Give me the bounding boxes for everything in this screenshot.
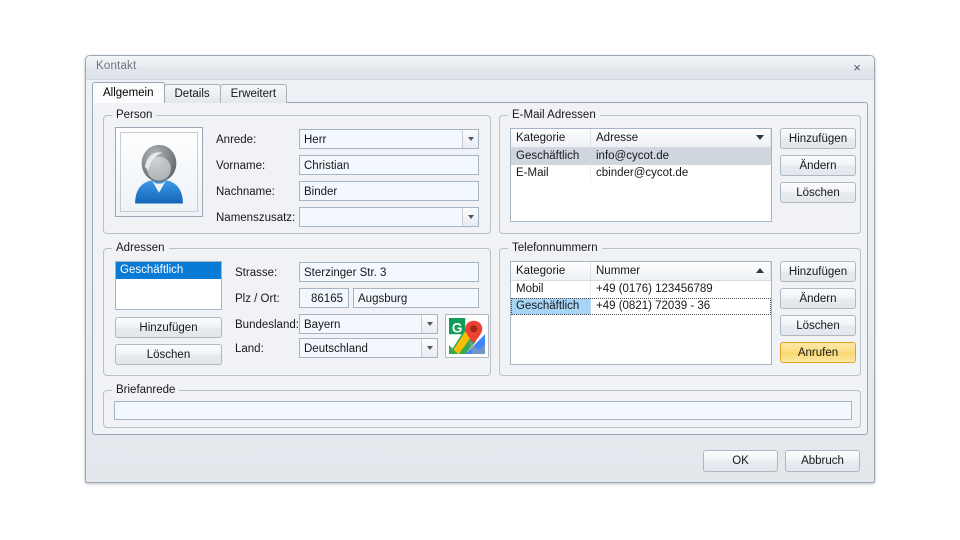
svg-text:G: G bbox=[452, 320, 463, 335]
adressen-delete-button[interactable]: Löschen bbox=[115, 344, 222, 365]
briefanrede-input[interactable] bbox=[114, 401, 852, 420]
table-row[interactable]: E-Mail cbinder@cycot.de bbox=[511, 165, 771, 182]
email-edit-button[interactable]: Ändern bbox=[780, 155, 856, 176]
group-adressen-legend: Adressen bbox=[112, 242, 169, 254]
tab-details[interactable]: Details bbox=[163, 84, 221, 103]
nachname-input[interactable]: Binder bbox=[299, 181, 479, 201]
email-column-adresse[interactable]: Adresse bbox=[591, 129, 771, 147]
tab-panel-allgemein: Person Anrede: Herr Vorname: Christian N… bbox=[92, 102, 868, 435]
label-namenszusatz: Namenszusatz: bbox=[216, 212, 296, 224]
anrede-value: Herr bbox=[299, 129, 479, 149]
vorname-input[interactable]: Christian bbox=[299, 155, 479, 175]
email-delete-button[interactable]: Löschen bbox=[780, 182, 856, 203]
group-adressen: Adressen Geschäftlich Hinzufügen Löschen… bbox=[103, 242, 491, 376]
google-maps-icon: G bbox=[449, 318, 485, 354]
adressen-category-list[interactable]: Geschäftlich bbox=[115, 261, 222, 310]
telefon-row-kategorie: Geschäftlich bbox=[511, 298, 591, 315]
email-row-adresse: info@cycot.de bbox=[596, 150, 670, 162]
bundesland-value: Bayern bbox=[299, 314, 438, 334]
strasse-input[interactable]: Sterzinger Str. 3 bbox=[299, 262, 479, 282]
label-land: Land: bbox=[235, 343, 264, 355]
land-combobox[interactable]: Deutschland bbox=[299, 338, 438, 358]
window-title: Kontakt bbox=[96, 60, 137, 72]
list-item[interactable]: Geschäftlich bbox=[116, 262, 221, 279]
cancel-button[interactable]: Abbruch bbox=[785, 450, 860, 472]
tab-strip: Allgemein Details Erweitert bbox=[92, 82, 288, 103]
telefon-row-kategorie: Mobil bbox=[511, 281, 591, 298]
avatar-frame bbox=[120, 132, 198, 212]
table-row[interactable]: Geschäftlich +49 (0821) 72039 - 36 bbox=[511, 298, 771, 315]
telefon-row-nummer: +49 (0821) 72039 - 36 bbox=[596, 300, 711, 312]
ok-button[interactable]: OK bbox=[703, 450, 778, 472]
email-row-adresse: cbinder@cycot.de bbox=[596, 167, 689, 179]
avatar[interactable] bbox=[115, 127, 203, 217]
group-person-legend: Person bbox=[112, 109, 157, 121]
chevron-down-icon[interactable] bbox=[462, 130, 478, 148]
contact-dialog-window: Kontakt × Allgemein Details Erweitert Pe… bbox=[85, 55, 875, 483]
email-row-kategorie: Geschäftlich bbox=[511, 148, 591, 165]
namenszusatz-combobox[interactable] bbox=[299, 207, 479, 227]
email-column-kategorie[interactable]: Kategorie bbox=[511, 129, 591, 147]
namenszusatz-value bbox=[299, 207, 479, 227]
email-listview[interactable]: Kategorie Adresse Geschäftlich info@cyco… bbox=[510, 128, 772, 222]
dialog-footer: OK Abbruch bbox=[92, 438, 868, 478]
land-value: Deutschland bbox=[299, 338, 438, 358]
telefon-column-kategorie[interactable]: Kategorie bbox=[511, 262, 591, 280]
email-listview-header: Kategorie Adresse bbox=[511, 129, 771, 148]
google-maps-button[interactable]: G bbox=[445, 314, 489, 358]
group-telefonnummern: Telefonnummern Kategorie Nummer Mobil +4… bbox=[499, 242, 861, 376]
group-briefanrede-legend: Briefanrede bbox=[112, 384, 180, 396]
ort-input[interactable]: Augsburg bbox=[353, 288, 479, 308]
sort-ascending-icon bbox=[756, 268, 764, 273]
group-briefanrede: Briefanrede bbox=[103, 384, 861, 428]
adressen-add-button[interactable]: Hinzufügen bbox=[115, 317, 222, 338]
telefon-add-button[interactable]: Hinzufügen bbox=[780, 261, 856, 282]
contact-avatar-icon bbox=[135, 144, 183, 204]
chevron-down-icon[interactable] bbox=[462, 208, 478, 226]
label-plz-ort: Plz / Ort: bbox=[235, 293, 280, 305]
label-strasse: Strasse: bbox=[235, 267, 278, 279]
telefon-column-nummer[interactable]: Nummer bbox=[591, 262, 771, 280]
email-add-button[interactable]: Hinzufügen bbox=[780, 128, 856, 149]
close-icon[interactable]: × bbox=[848, 59, 866, 76]
group-person: Person Anrede: Herr Vorname: Christian N… bbox=[103, 109, 491, 234]
telefon-listview-header: Kategorie Nummer bbox=[511, 262, 771, 281]
tab-erweitert[interactable]: Erweitert bbox=[219, 84, 288, 103]
label-vorname: Vorname: bbox=[216, 160, 266, 172]
telefon-edit-button[interactable]: Ändern bbox=[780, 288, 856, 309]
title-bar: Kontakt × bbox=[86, 56, 874, 80]
telefon-listview[interactable]: Kategorie Nummer Mobil +49 (0176) 123456… bbox=[510, 261, 772, 365]
telefon-row-nummer: +49 (0176) 123456789 bbox=[596, 283, 713, 295]
label-anrede: Anrede: bbox=[216, 134, 257, 146]
sort-descending-icon bbox=[756, 135, 764, 140]
label-bundesland: Bundesland: bbox=[235, 319, 299, 331]
plz-input[interactable]: 86165 bbox=[299, 288, 349, 308]
tab-allgemein[interactable]: Allgemein bbox=[92, 82, 165, 103]
telefon-delete-button[interactable]: Löschen bbox=[780, 315, 856, 336]
email-row-kategorie: E-Mail bbox=[511, 165, 591, 182]
group-telefon-legend: Telefonnummern bbox=[508, 242, 602, 254]
chevron-down-icon[interactable] bbox=[421, 315, 437, 333]
table-row[interactable]: Geschäftlich info@cycot.de bbox=[511, 148, 771, 165]
table-row[interactable]: Mobil +49 (0176) 123456789 bbox=[511, 281, 771, 298]
label-nachname: Nachname: bbox=[216, 186, 275, 198]
telefon-call-button[interactable]: Anrufen bbox=[780, 342, 856, 363]
anrede-combobox[interactable]: Herr bbox=[299, 129, 479, 149]
group-email-legend: E-Mail Adressen bbox=[508, 109, 600, 121]
bundesland-combobox[interactable]: Bayern bbox=[299, 314, 438, 334]
chevron-down-icon[interactable] bbox=[421, 339, 437, 357]
group-email-adressen: E-Mail Adressen Kategorie Adresse Geschä… bbox=[499, 109, 861, 234]
